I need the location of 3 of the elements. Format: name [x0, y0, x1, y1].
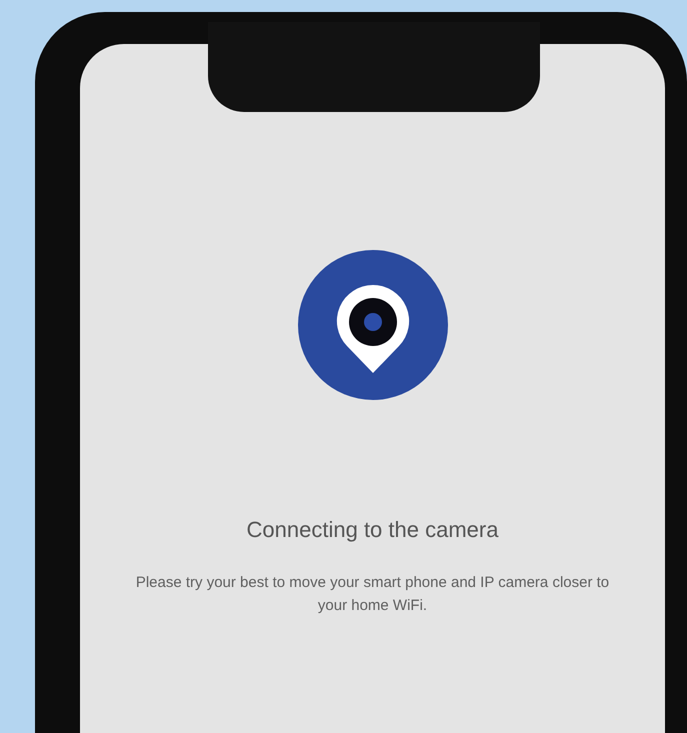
- instruction-text: Please try your best to move your smart phone and IP camera closer to your home WiFi.: [134, 573, 610, 616]
- camera-pin-icon: [296, 249, 448, 401]
- status-title: Connecting to the camera: [246, 517, 498, 543]
